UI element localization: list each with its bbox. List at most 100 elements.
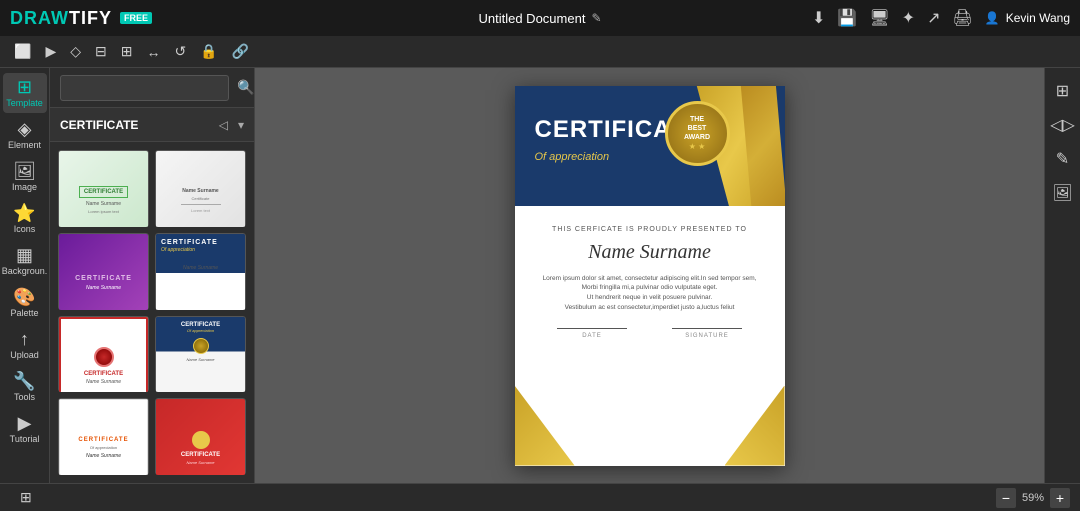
flip-icon[interactable]: ↔ <box>142 42 164 62</box>
template-icon: ⊞ <box>17 78 32 96</box>
share-icon[interactable]: ↗ <box>927 8 940 28</box>
photo-icon[interactable]: 🖼 <box>1047 178 1077 208</box>
cert-body: THIS CERFICATE IS PROUDLY PRESENTED TO N… <box>515 206 785 354</box>
cert-signature-item: SIGNATURE <box>672 328 742 339</box>
cert-sig-label: SIGNATURE <box>672 333 742 339</box>
template-item-cert7[interactable]: CERTIFICATE Of appreciation Name Surname… <box>58 398 149 475</box>
cert-body-text: Lorem ipsum dolor sit amet, consectetur … <box>535 274 765 313</box>
desktop-icon[interactable]: 🖥 <box>869 8 889 28</box>
doc-title-area: Untitled Document ✎ <box>478 11 601 26</box>
category-title: CERTIFICATE <box>60 118 138 132</box>
template-label: Template <box>6 98 43 108</box>
user-name: Kevin Wang <box>1006 11 1070 25</box>
pencil-icon[interactable]: ✎ <box>1051 144 1074 174</box>
secondary-toolbar: ⬜ ▶ ◇ ⊟ ⊞ ↔ ↺ 🔒 🔗 <box>0 36 1080 68</box>
zoom-in-button[interactable]: + <box>1050 488 1070 508</box>
frame-icon[interactable]: ⬜ <box>10 41 35 62</box>
image-label: Image <box>12 182 37 192</box>
template-item-green[interactable]: CERTIFICATE Name Surname Lorem ipsum tex… <box>58 150 149 227</box>
template-item-gray[interactable]: Name Surname Certificate Lorem text cert… <box>155 150 246 227</box>
sidebar-item-tools[interactable]: 🔧 Tools <box>3 367 47 407</box>
element-icon: ◈ <box>18 120 32 138</box>
sidebar-item-background[interactable]: ▦ Backgroun. <box>3 241 47 281</box>
magic-icon[interactable]: ✦ <box>902 8 915 28</box>
doc-title: Untitled Document <box>478 11 585 26</box>
play-icon[interactable]: ▶ <box>41 41 60 62</box>
expand-icon[interactable]: ◁▷ <box>1045 110 1080 140</box>
icons-icon: ⭐ <box>13 204 35 222</box>
palette-label: Palette <box>10 308 38 318</box>
cert-sig-line <box>672 328 742 329</box>
tutorial-icon: ▶ <box>18 414 32 432</box>
zoom-out-button[interactable]: − <box>996 488 1016 508</box>
cert-date-line <box>557 328 627 329</box>
search-icon[interactable]: 🔍 <box>237 79 254 96</box>
template-item-blue[interactable]: CERTIFICATE Of appreciation Name Surname… <box>155 233 246 310</box>
free-badge: FREE <box>120 12 152 24</box>
tools-label: Tools <box>14 392 35 402</box>
cert-recipient-name: Name Surname <box>535 241 765 264</box>
bottom-bar: ⊞ − 59% + <box>0 483 1080 511</box>
sidebar-item-tutorial[interactable]: ▶ Tutorial <box>3 409 47 449</box>
logo-area: DRAWTIFY FREE <box>10 8 152 29</box>
hide-panel-icon[interactable]: ◁ <box>215 116 232 134</box>
cert-header: CERTIFICATE Of appreciation THE BEST AWA… <box>515 86 785 206</box>
upload-label: Upload <box>10 350 39 360</box>
cert-badge: THE BEST AWARD ★ ★ <box>665 101 730 166</box>
top-bar-actions: ⬇ 💾 🖥 ✦ ↗ 🖨 👤 Kevin Wang <box>812 8 1070 28</box>
grid-icon[interactable]: ⊞ <box>20 489 32 506</box>
template-item-honor-blue[interactable]: CERTIFICATE Of appreciation Name Surname… <box>155 316 246 393</box>
canvas-area[interactable]: CERTIFICATE Of appreciation THE BEST AWA… <box>255 68 1044 483</box>
link-icon[interactable]: 🔗 <box>228 41 253 62</box>
certificate-canvas: CERTIFICATE Of appreciation THE BEST AWA… <box>515 86 785 466</box>
download-icon[interactable]: ⬇ <box>812 8 825 28</box>
cert-corner-left <box>515 386 575 466</box>
edit-title-icon[interactable]: ✎ <box>591 11 601 25</box>
sidebar-item-upload[interactable]: ↑ Upload <box>3 325 47 365</box>
cert-signatures: DATE SIGNATURE <box>535 328 765 339</box>
template-grid: CERTIFICATE Name Surname Lorem ipsum tex… <box>50 142 254 483</box>
lock-icon[interactable]: 🔒 <box>196 41 221 62</box>
user-info: 👤 Kevin Wang <box>985 11 1070 25</box>
cert-presented-text: THIS CERFICATE IS PROUDLY PRESENTED TO <box>535 226 765 233</box>
distribute-icon[interactable]: ⊞ <box>117 41 137 62</box>
cert-badge-text: THE BEST AWARD <box>684 115 710 142</box>
template-panel: 🔍 CERTIFICATE ◁ ▾ CERTIFICATE Name Surna… <box>50 68 255 483</box>
icons-label: Icons <box>14 224 36 234</box>
category-header[interactable]: CERTIFICATE ◁ ▾ <box>50 108 254 142</box>
cert-badge-stars: ★ ★ <box>689 142 706 151</box>
print-icon[interactable]: 🖨 <box>952 8 972 28</box>
left-sidebar: ⊞ Template ◈ Element 🖼 Image ⭐ Icons ▦ B… <box>0 68 50 483</box>
layers-icon[interactable]: ⊞ <box>1051 76 1074 106</box>
right-sidebar: ⊞ ◁▷ ✎ 🖼 <box>1044 68 1080 483</box>
template-item-cert8[interactable]: CERTIFICATE Name Surname certificate-8 2… <box>155 398 246 475</box>
user-icon: 👤 <box>985 11 1000 25</box>
sidebar-item-template[interactable]: ⊞ Template <box>3 73 47 113</box>
background-icon: ▦ <box>16 246 33 264</box>
template-item-purple[interactable]: CERTIFICATE Name Surname certificate-pur… <box>58 233 149 310</box>
top-bar: DRAWTIFY FREE Untitled Document ✎ ⬇ 💾 🖥 … <box>0 0 1080 36</box>
rotate-icon[interactable]: ↺ <box>170 41 190 62</box>
search-input[interactable] <box>60 75 229 101</box>
background-label: Backgroun. <box>2 266 48 276</box>
cert-date-item: DATE <box>557 328 627 339</box>
tutorial-label: Tutorial <box>10 434 40 444</box>
align-icon[interactable]: ⊟ <box>91 41 111 62</box>
category-arrow: ▾ <box>238 118 244 132</box>
template-item-honor-red[interactable]: CERTIFICATE Name Surname certificate-hon… <box>58 316 149 393</box>
tools-icon: 🔧 <box>13 372 35 390</box>
cert-corner-right <box>725 386 785 466</box>
upload-icon: ↑ <box>20 330 29 348</box>
cert-subtitle: Of appreciation <box>535 151 610 163</box>
element-label: Element <box>8 140 41 150</box>
sidebar-item-palette[interactable]: 🎨 Palette <box>3 283 47 323</box>
app-logo: DRAWTIFY <box>10 8 112 29</box>
save-icon[interactable]: 💾 <box>837 8 857 28</box>
sidebar-item-image[interactable]: 🖼 Image <box>3 157 47 197</box>
shape-icon[interactable]: ◇ <box>66 41 85 62</box>
palette-icon: 🎨 <box>13 288 35 306</box>
zoom-level: 59% <box>1022 492 1044 504</box>
sidebar-item-icons[interactable]: ⭐ Icons <box>3 199 47 239</box>
panel-header: 🔍 <box>50 68 254 108</box>
sidebar-item-element[interactable]: ◈ Element <box>3 115 47 155</box>
